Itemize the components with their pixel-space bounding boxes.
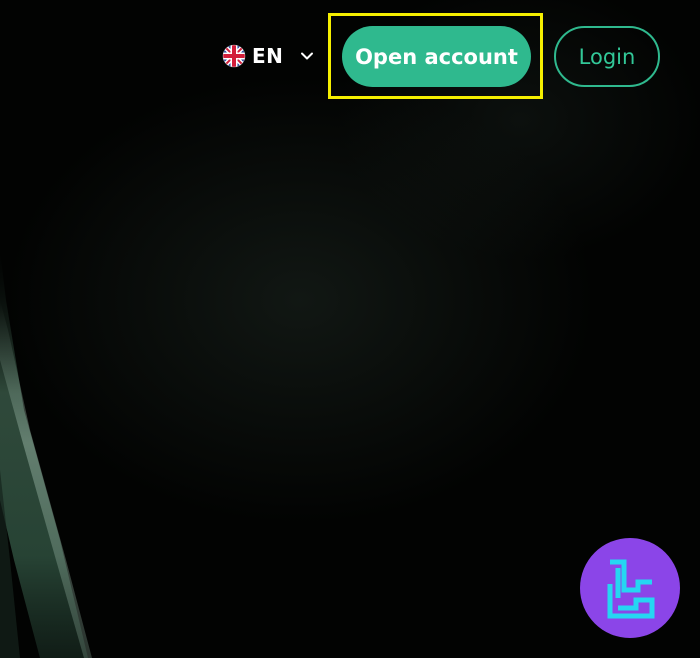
watermark-logo	[580, 538, 680, 638]
open-account-button[interactable]: Open account	[342, 26, 531, 87]
login-button[interactable]: Login	[554, 26, 660, 87]
uk-flag-icon	[222, 44, 246, 68]
language-selector[interactable]: EN	[222, 44, 315, 68]
chevron-down-icon	[301, 52, 314, 60]
tc-logo-icon	[607, 559, 655, 619]
language-code: EN	[252, 44, 284, 68]
top-navigation: EN Open account Login	[0, 0, 700, 110]
